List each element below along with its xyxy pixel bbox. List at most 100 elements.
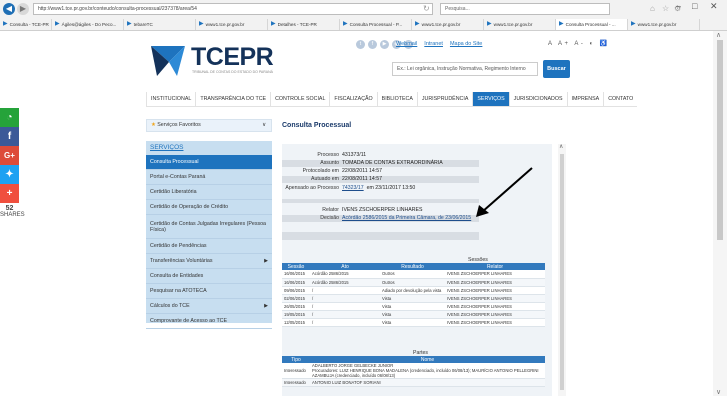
table-row: 26/05/2015/Vista IVENS ZSCHOERPER LINHARE…: [282, 302, 545, 311]
twitter-icon[interactable]: ✦: [0, 165, 19, 184]
table-cell: /: [310, 302, 380, 311]
facebook-icon[interactable]: f: [0, 127, 19, 146]
scroll-down-icon[interactable]: ∨: [716, 388, 721, 396]
browser-tab[interactable]: ▶ Detalhes - TCE-PR: [268, 19, 340, 30]
table-cell: IVENS ZSCHOERPER LINHARES: [445, 294, 545, 303]
browser-tab[interactable]: ▶ Ágiles@ágiles - Do Peco...: [52, 19, 124, 30]
maximize-icon[interactable]: □: [692, 1, 697, 11]
table-row: 16/06/2015 Acórdão 2586/2015 Outros IVENS Z…: [282, 278, 545, 287]
header-links: Webmail Intranet Mapa do Site: [396, 40, 482, 49]
refresh-icon[interactable]: ↻: [423, 4, 430, 13]
nav-item[interactable]: Controle Social: [270, 92, 329, 106]
apensado-date: em 23/11/2017 13:50: [366, 185, 416, 191]
scroll-thumb[interactable]: [717, 40, 723, 240]
facebook-icon[interactable]: f: [368, 40, 377, 49]
minimize-icon[interactable]: –: [676, 1, 681, 11]
apensado-link[interactable]: 74323/17: [342, 185, 364, 192]
browser-tab[interactable]: ▶ www1.tce.pr.gov.br: [484, 19, 556, 30]
search-button[interactable]: Buscar: [543, 60, 570, 78]
column-header: Relator: [445, 263, 545, 270]
address-bar[interactable]: http://www1.tce.pr.gov.br/conteudo/consu…: [33, 3, 433, 15]
star-icon[interactable]: ☆: [662, 4, 669, 13]
nav-item[interactable]: Biblioteca: [376, 92, 417, 106]
assunto-value: TOMADA DE CONTAS EXTRAORDINÁRIA: [342, 160, 443, 166]
sidebar-item[interactable]: Comprovante de Acesso ao TCE: [146, 314, 272, 329]
tab-favicon-icon: ▶: [415, 21, 420, 27]
nav-item[interactable]: Imprensa: [566, 92, 604, 106]
table-row: 09/06/2015/Adiado por devolução pela vis…: [282, 286, 545, 295]
whatsapp-icon[interactable]: ◔: [0, 108, 19, 127]
sidebar-item[interactable]: Consulta de Entidades: [146, 269, 272, 284]
table-row: 02/06/2015/Vista IVENS ZSCHOERPER LINHARE…: [282, 294, 545, 303]
nav-item[interactable]: Jurisprudência: [416, 92, 473, 106]
sidebar-item[interactable]: Certidão de Pendências: [146, 239, 272, 254]
tab-favicon-icon: ▶: [127, 21, 132, 27]
sidebar-item[interactable]: Pesquisar na ATOTECA: [146, 284, 272, 299]
back-button[interactable]: ◀: [3, 3, 15, 15]
tce-logo-icon: [151, 46, 185, 76]
table-cell: 02/06/2015: [282, 294, 310, 303]
google-plus-icon[interactable]: G+: [0, 146, 19, 165]
chevron-right-icon: ▶: [264, 303, 268, 309]
browser-tab[interactable]: ▶ Consulta - TCE-PR: [0, 19, 52, 30]
nav-item[interactable]: Fiscalização: [329, 92, 376, 106]
protocolado-value: 22/08/2011 14:57: [342, 168, 382, 174]
browser-tab[interactable]: ▶ www1.tce.pr.gov.br: [196, 19, 268, 30]
close-icon[interactable]: ✕: [710, 1, 718, 12]
autuado-value: 22/08/2011 14:57: [342, 176, 382, 182]
table-cell: 16/06/2015: [282, 278, 310, 287]
table-cell: Outros: [380, 270, 445, 279]
nav-item[interactable]: Contato: [603, 92, 637, 106]
chevron-right-icon: ▶: [264, 258, 268, 264]
nav-item[interactable]: Transparência do TCE: [195, 92, 270, 106]
table-cell: IVENS ZSCHOERPER LINHARES: [445, 278, 545, 287]
partes-table: Tipo Nome Interessado ADALBERTO JORGE GELB…: [282, 356, 545, 387]
scroll-thumb[interactable]: [560, 154, 564, 390]
browser-tab[interactable]: ▶ tebareTC: [124, 19, 196, 30]
browser-search-input[interactable]: Pesquisa...: [440, 3, 610, 15]
home-icon[interactable]: ⌂: [650, 4, 655, 13]
divider: [282, 199, 479, 203]
tab-favicon-icon: ▶: [559, 21, 564, 27]
table-cell: 26/05/2015: [282, 302, 310, 311]
main-nav: Institucional Transparência do TCE Control…: [146, 92, 638, 107]
font-size-controls[interactable]: A A+ A- ◐ ♿: [548, 40, 610, 49]
forward-button[interactable]: ▶: [17, 3, 29, 15]
browser-tab[interactable]: ▶ www1.tce.pr.gov.br: [628, 19, 700, 30]
table-cell: Acórdão 2586/2015: [310, 270, 380, 279]
sidebar-item[interactable]: Consulta Processual: [146, 155, 272, 170]
sidebar-item[interactable]: Certidão de Contas Julgadas Irregulares …: [146, 215, 272, 239]
site-search-input[interactable]: Ex.: Lei orgânica, Instrução Normativa, …: [392, 62, 538, 76]
sidebar-item[interactable]: Certidão de Operação de Crédito: [146, 200, 272, 215]
relator-value: IVENS ZSCHOERPER LINHARES: [342, 207, 423, 213]
browser-tab[interactable]: ▶ www1.tce.pr.gov.br: [412, 19, 484, 30]
table-cell: IVENS ZSCHOERPER LINHARES: [445, 310, 545, 319]
webmail-link[interactable]: Webmail: [396, 40, 417, 49]
browser-chrome: ◀ ▶ http://www1.tce.pr.gov.br/conteudo/c…: [0, 0, 727, 31]
scroll-up-icon[interactable]: ∧: [716, 31, 721, 39]
table-cell: IVENS ZSCHOERPER LINHARES: [445, 270, 545, 279]
twitter-icon[interactable]: t: [356, 40, 365, 49]
sidebar-item[interactable]: Transferências Voluntárias ▶: [146, 254, 272, 269]
services-sidebar: SERVIÇOS Consulta Processual Portal e-Con…: [146, 141, 272, 329]
nav-item[interactable]: Institucional: [146, 92, 195, 106]
sidebar-item[interactable]: Portal e-Contas Paraná: [146, 170, 272, 185]
share-plus-icon[interactable]: +: [0, 184, 19, 203]
table-cell: ANTONIO LUIZ BONATOF SORIANI: [310, 378, 545, 387]
favorites-dropdown[interactable]: ★ Serviços Favoritos ∨: [146, 119, 272, 132]
scroll-up-icon[interactable]: ∧: [559, 143, 563, 150]
panel-scrollbar[interactable]: ∧: [558, 144, 566, 396]
nav-item[interactable]: Serviços: [472, 92, 509, 106]
site-map-link[interactable]: Mapa do Site: [450, 40, 482, 49]
tab-favicon-icon: ▶: [343, 21, 348, 27]
nav-item[interactable]: Jurisdicionados: [508, 92, 567, 106]
browser-tab[interactable]: ▶ Consulta Processual - ...: [556, 19, 628, 30]
decisao-link[interactable]: Acórdão 2586/2015 da Primeira Câmara, de…: [342, 215, 471, 222]
sidebar-item[interactable]: Cálculos do TCE ▶: [146, 299, 272, 314]
page-scrollbar[interactable]: ∧ ∨: [713, 31, 727, 396]
table-cell: 12/05/2015: [282, 318, 310, 327]
sidebar-item[interactable]: Certidão Liberatória: [146, 185, 272, 200]
browser-tab[interactable]: ▶ Consulta Processual - P...: [340, 19, 412, 30]
intranet-link[interactable]: Intranet: [424, 40, 443, 49]
youtube-icon[interactable]: ▶: [380, 40, 389, 49]
